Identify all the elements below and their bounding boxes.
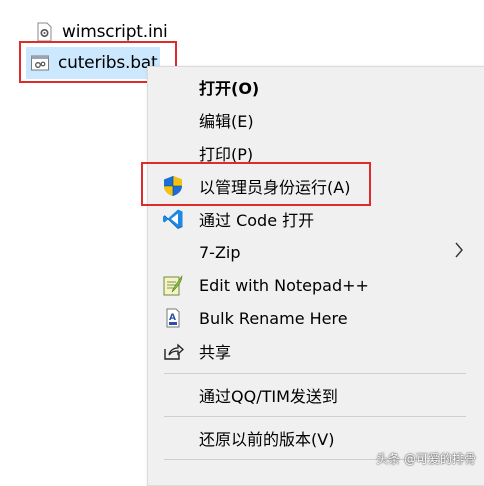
menu-item-label: Edit with Notepad++ (199, 275, 369, 295)
menu-item-label: 共享 (199, 343, 232, 362)
menu-separator (164, 416, 466, 417)
chevron-right-icon (454, 241, 464, 263)
file-name: wimscript.ini (62, 22, 168, 42)
settings-file-icon (34, 22, 54, 42)
notepadpp-icon (162, 274, 184, 296)
menu-item-edit[interactable]: 编辑(E) (148, 105, 484, 135)
menu-item-7zip[interactable]: 7-Zip (148, 237, 484, 267)
menu-item-label: 打开(O) (199, 79, 260, 98)
menu-item-notepadpp[interactable]: Edit with Notepad++ (148, 270, 484, 300)
menu-item-send-qq[interactable]: 通过QQ/TIM发送到 (148, 380, 484, 410)
bulk-rename-icon: A (162, 307, 184, 329)
menu-item-restore-previous[interactable]: 还原以前的版本(V) (148, 423, 484, 453)
menu-item-label: 通过 Code 打开 (199, 211, 315, 230)
menu-item-label: 通过QQ/TIM发送到 (199, 387, 338, 406)
share-icon (162, 340, 184, 362)
menu-item-label: 还原以前的版本(V) (199, 430, 335, 449)
menu-item-label: 编辑(E) (199, 112, 254, 131)
watermark: 头条 @可爱的排骨 (376, 452, 476, 466)
menu-item-share[interactable]: 共享 (148, 336, 484, 366)
menu-separator (164, 373, 466, 374)
context-menu: 打开(O) 编辑(E) 打印(P) 以管理员身份运行(A) 通过 Code 打开 (147, 66, 484, 486)
vscode-icon (162, 208, 184, 230)
svg-text:A: A (169, 313, 176, 323)
menu-item-open[interactable]: 打开(O) (148, 72, 484, 102)
run-as-admin-highlight-box (141, 162, 371, 206)
menu-item-open-with-code[interactable]: 通过 Code 打开 (148, 204, 484, 234)
menu-item-label: 7-Zip (199, 242, 241, 262)
menu-item-label: Bulk Rename Here (199, 308, 348, 328)
menu-item-bulk-rename[interactable]: A Bulk Rename Here (148, 303, 484, 333)
